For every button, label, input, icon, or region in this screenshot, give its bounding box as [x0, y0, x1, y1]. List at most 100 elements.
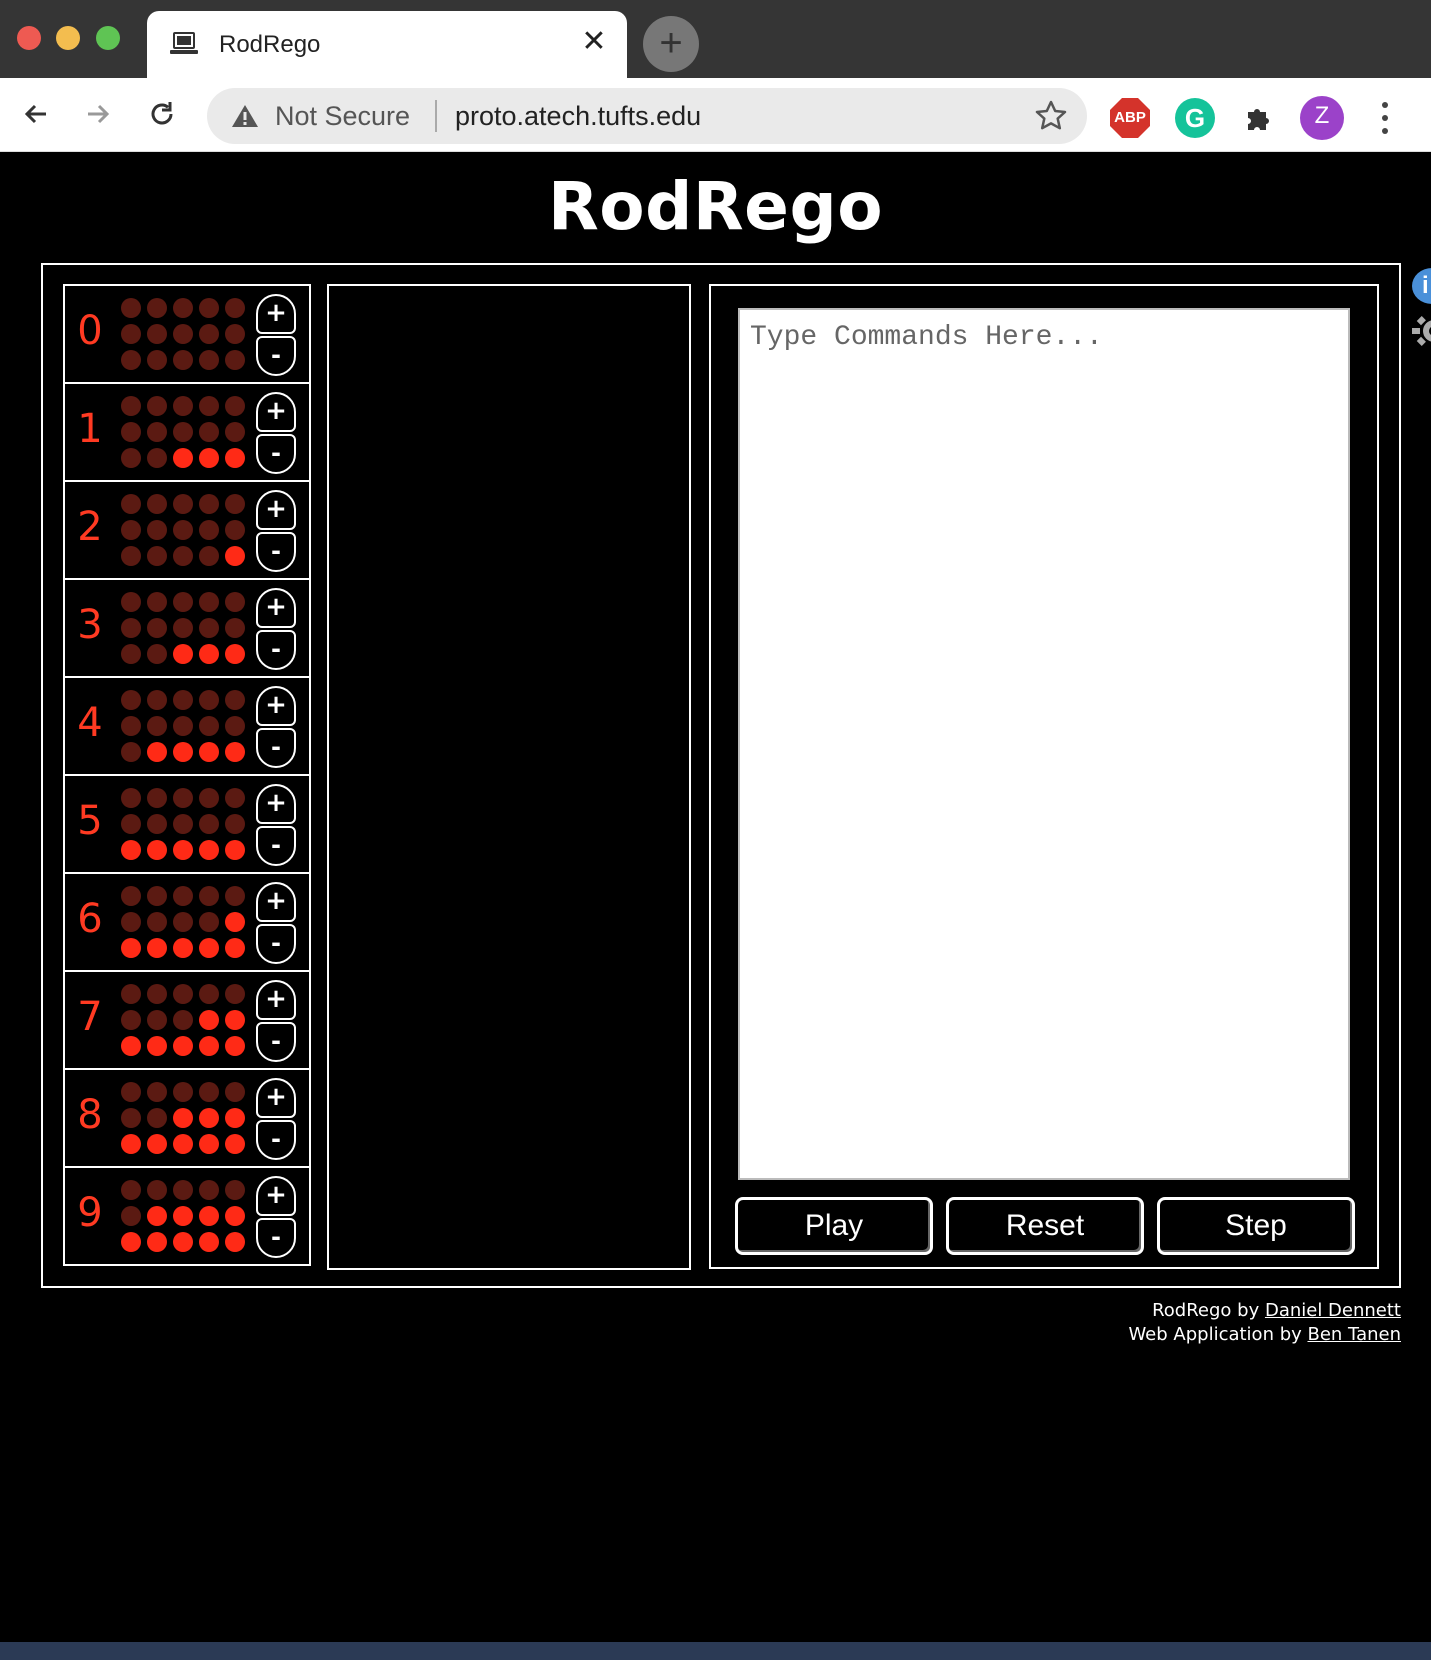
- decrement-button[interactable]: -: [256, 336, 296, 376]
- bead-off: [121, 350, 141, 370]
- bead-grid: [121, 494, 245, 566]
- new-tab-button[interactable]: +: [643, 16, 699, 72]
- command-input[interactable]: [738, 308, 1350, 1180]
- register-stepper: + -: [256, 392, 296, 474]
- credits-line-2: Web Application by Ben Tanen: [1128, 1324, 1402, 1345]
- browser-toolbar: Not Secure proto.atech.tufts.edu ABP G Z: [0, 78, 1431, 152]
- bead-off: [199, 788, 219, 808]
- bead-off: [173, 520, 193, 540]
- profile-avatar[interactable]: Z: [1300, 96, 1344, 140]
- security-label[interactable]: Not Secure: [275, 101, 410, 132]
- register-stepper: + -: [256, 490, 296, 572]
- bead-off: [225, 592, 245, 612]
- close-tab-icon[interactable]: ✕: [579, 25, 609, 59]
- browser-menu-icon[interactable]: [1370, 98, 1400, 138]
- bead-on: [225, 1134, 245, 1154]
- bead-on: [121, 1036, 141, 1056]
- bead-on: [199, 448, 219, 468]
- bead-on: [225, 1206, 245, 1226]
- address-bar[interactable]: Not Secure proto.atech.tufts.edu: [207, 88, 1087, 144]
- register-number: 2: [77, 504, 103, 550]
- bead-off: [173, 1082, 193, 1102]
- reset-button[interactable]: Reset: [946, 1197, 1144, 1255]
- info-icon[interactable]: i: [1412, 268, 1431, 304]
- bead-on: [147, 1134, 167, 1154]
- increment-button[interactable]: +: [256, 392, 296, 432]
- bead-on: [121, 938, 141, 958]
- decrement-button[interactable]: -: [256, 924, 296, 964]
- browser-tab[interactable]: RodRego ✕: [147, 11, 627, 78]
- bead-off: [225, 886, 245, 906]
- decrement-button[interactable]: -: [256, 630, 296, 670]
- increment-button[interactable]: +: [256, 882, 296, 922]
- arrow-left-icon: [24, 104, 46, 124]
- daniel-dennett-link[interactable]: Daniel Dennett: [1265, 1300, 1401, 1321]
- decrement-button[interactable]: -: [256, 532, 296, 572]
- bead-on: [225, 1232, 245, 1252]
- decrement-button[interactable]: -: [256, 728, 296, 768]
- ben-tanen-link[interactable]: Ben Tanen: [1308, 1324, 1402, 1345]
- register-stepper: + -: [256, 980, 296, 1062]
- decrement-button[interactable]: -: [256, 1022, 296, 1062]
- bead-on: [173, 742, 193, 762]
- increment-button[interactable]: +: [256, 686, 296, 726]
- increment-button[interactable]: +: [256, 294, 296, 334]
- window-maximize-button[interactable]: [96, 26, 120, 50]
- register-number: 5: [77, 798, 103, 844]
- decrement-button[interactable]: -: [256, 826, 296, 866]
- bead-off: [225, 618, 245, 638]
- bead-off: [199, 1180, 219, 1200]
- url-text[interactable]: proto.atech.tufts.edu: [455, 101, 701, 132]
- tab-title: RodRego: [219, 31, 321, 58]
- grammarly-extension-icon[interactable]: G: [1175, 98, 1215, 138]
- bead-off: [121, 324, 141, 344]
- increment-button[interactable]: +: [256, 490, 296, 530]
- bead-off: [173, 618, 193, 638]
- decrement-button[interactable]: -: [256, 434, 296, 474]
- bead-off: [225, 298, 245, 318]
- browser-tab-bar: RodRego ✕ +: [0, 0, 1431, 78]
- gear-icon[interactable]: [1412, 314, 1431, 348]
- window-minimize-button[interactable]: [56, 26, 80, 50]
- bead-on: [121, 1134, 141, 1154]
- bead-on: [173, 840, 193, 860]
- increment-button[interactable]: +: [256, 980, 296, 1020]
- register-stepper: + -: [256, 1176, 296, 1258]
- bead-grid: [121, 690, 245, 762]
- bead-off: [121, 618, 141, 638]
- extensions-puzzle-icon[interactable]: [1238, 98, 1278, 138]
- bead-off: [121, 1082, 141, 1102]
- bead-on: [173, 1108, 193, 1128]
- increment-button[interactable]: +: [256, 784, 296, 824]
- step-button[interactable]: Step: [1157, 1197, 1355, 1255]
- bead-off: [173, 788, 193, 808]
- register-row-1: 1 + -: [65, 384, 309, 482]
- decrement-button[interactable]: -: [256, 1218, 296, 1258]
- adblock-extension-icon[interactable]: ABP: [1110, 98, 1150, 138]
- bead-off: [147, 494, 167, 514]
- increment-button[interactable]: +: [256, 1078, 296, 1118]
- increment-button[interactable]: +: [256, 588, 296, 628]
- bead-off: [173, 814, 193, 834]
- forward-button[interactable]: [74, 90, 122, 138]
- back-button[interactable]: [12, 90, 60, 138]
- bead-off: [147, 1082, 167, 1102]
- bead-off: [173, 546, 193, 566]
- bead-off: [147, 324, 167, 344]
- laptop-icon: [170, 32, 198, 54]
- bead-on: [225, 742, 245, 762]
- bead-off: [225, 494, 245, 514]
- bead-off: [225, 520, 245, 540]
- play-button[interactable]: Play: [735, 1197, 933, 1255]
- bead-off: [199, 520, 219, 540]
- bookmark-star-icon[interactable]: [1033, 98, 1069, 134]
- omnibox-divider: [435, 100, 437, 132]
- bead-off: [147, 912, 167, 932]
- bead-off: [199, 1082, 219, 1102]
- window-close-button[interactable]: [17, 26, 41, 50]
- increment-button[interactable]: +: [256, 1176, 296, 1216]
- bead-on: [173, 1232, 193, 1252]
- decrement-button[interactable]: -: [256, 1120, 296, 1160]
- reload-button[interactable]: [138, 90, 186, 138]
- bead-on: [173, 1206, 193, 1226]
